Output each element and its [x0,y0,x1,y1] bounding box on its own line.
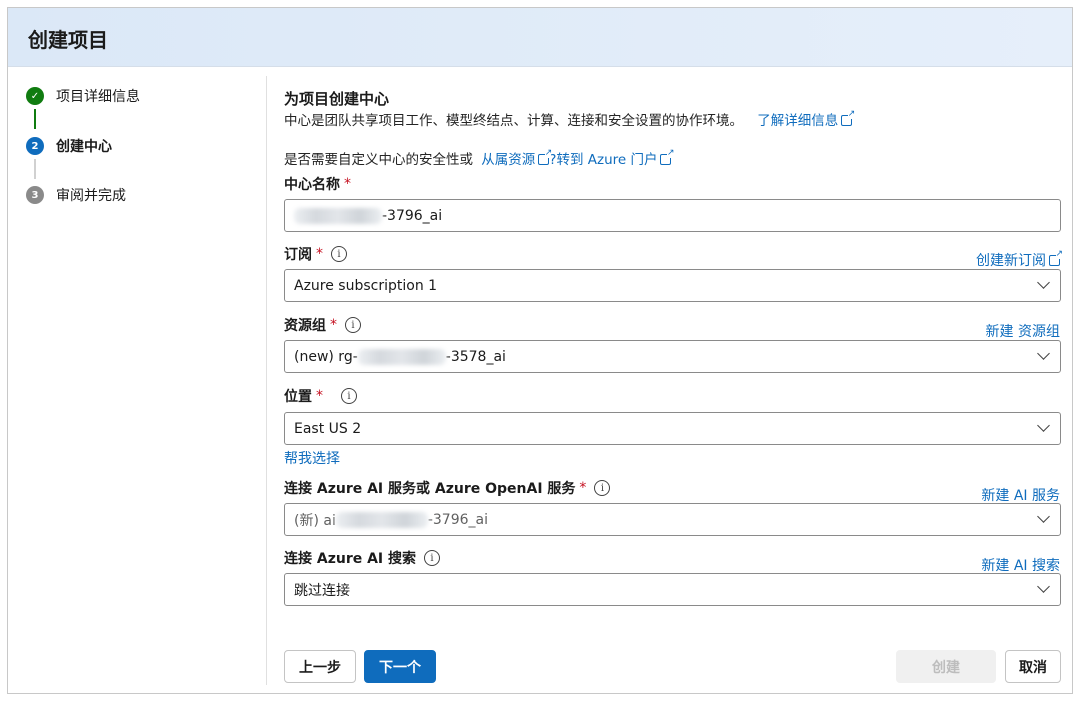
panel-divider [266,76,267,685]
new-resource-group-link[interactable]: 新建 资源组 [986,321,1060,341]
chevron-down-icon [1037,276,1050,289]
chevron-down-icon [1037,347,1050,360]
section-title: 为项目创建中心 [284,90,390,108]
dialog-header: 创建项目 [8,8,1072,67]
step-create-hub[interactable]: 2 创建中心 [26,136,112,156]
subscription-select[interactable]: Azure subscription 1 [284,269,1061,302]
cancel-button[interactable]: 取消 [1005,650,1061,683]
redacted-text [357,348,446,365]
step-label: 审阅并完成 [56,188,126,204]
redacted-text [294,207,382,224]
external-link-icon [841,109,855,126]
redacted-text [335,511,428,528]
hub-name-label: 中心名称 * [284,176,351,193]
chevron-down-icon [1037,510,1050,523]
info-icon[interactable]: i [424,550,441,566]
ai-search-label: 连接 Azure AI 搜索 i [284,548,441,568]
external-link-icon [1049,249,1063,266]
external-link-icon [660,148,674,165]
next-button[interactable]: 下一个 [364,650,436,683]
step-connector [34,159,36,179]
help-me-choose-link[interactable]: 帮我选择 [284,448,340,468]
location-select[interactable]: East US 2 [284,412,1061,445]
new-ai-search-link[interactable]: 新建 AI 搜索 [981,555,1060,575]
step-review-finish[interactable]: 3 审阅并完成 [26,185,126,205]
ai-search-select[interactable]: 跳过连接 [284,573,1061,606]
new-ai-service-link[interactable]: 新建 AI 服务 [981,485,1060,505]
checkmark-icon: ✓ [26,87,44,105]
ai-service-label: 连接 Azure AI 服务或 Azure OpenAI 服务 * i [284,478,611,498]
step-number-icon: 3 [26,186,44,204]
location-label: 位置 * i [284,386,357,406]
chevron-down-icon [1037,580,1050,593]
create-button[interactable]: 创建 [896,650,996,683]
external-link-icon [538,148,552,165]
info-icon[interactable]: i [331,246,347,262]
resource-group-label: 资源组 * i [284,315,361,335]
info-icon[interactable]: i [341,388,357,404]
step-project-details[interactable]: ✓ 项目详细信息 [26,86,140,106]
ai-service-select[interactable]: (新) ai -3796_ai [284,503,1061,536]
dependent-resources-link[interactable]: 从属资源 [481,148,552,168]
subscription-label: 订阅 * i [284,244,347,264]
info-icon[interactable]: i [594,480,611,496]
hub-name-input[interactable]: -3796_ai [284,199,1061,232]
step-label: 创建中心 [56,139,112,155]
section-description: 中心是团队共享项目工作、模型终结点、计算、连接和安全设置的协作环境。 了解详细信… [284,109,855,129]
info-icon[interactable]: i [345,317,361,333]
resource-group-select[interactable]: (new) rg- -3578_ai [284,340,1061,373]
learn-more-link[interactable]: 了解详细信息 [757,109,855,129]
chevron-down-icon [1037,419,1050,432]
previous-button[interactable]: 上一步 [284,650,356,683]
create-subscription-link[interactable]: 创建新订阅 [976,249,1063,270]
step-connector [34,109,36,129]
security-note: 是否需要自定义中心的安全性或 从属资源?转到 Azure 门户 [284,148,674,168]
dialog-title: 创建项目 [28,28,108,52]
step-label: 项目详细信息 [56,89,140,105]
azure-portal-link[interactable]: ?转到 Azure 门户 [549,148,674,168]
step-number-icon: 2 [26,137,44,155]
create-project-dialog: 创建项目 ✓ 项目详细信息 2 创建中心 3 审阅并完成 为项目创建中心 中心是… [7,7,1073,694]
